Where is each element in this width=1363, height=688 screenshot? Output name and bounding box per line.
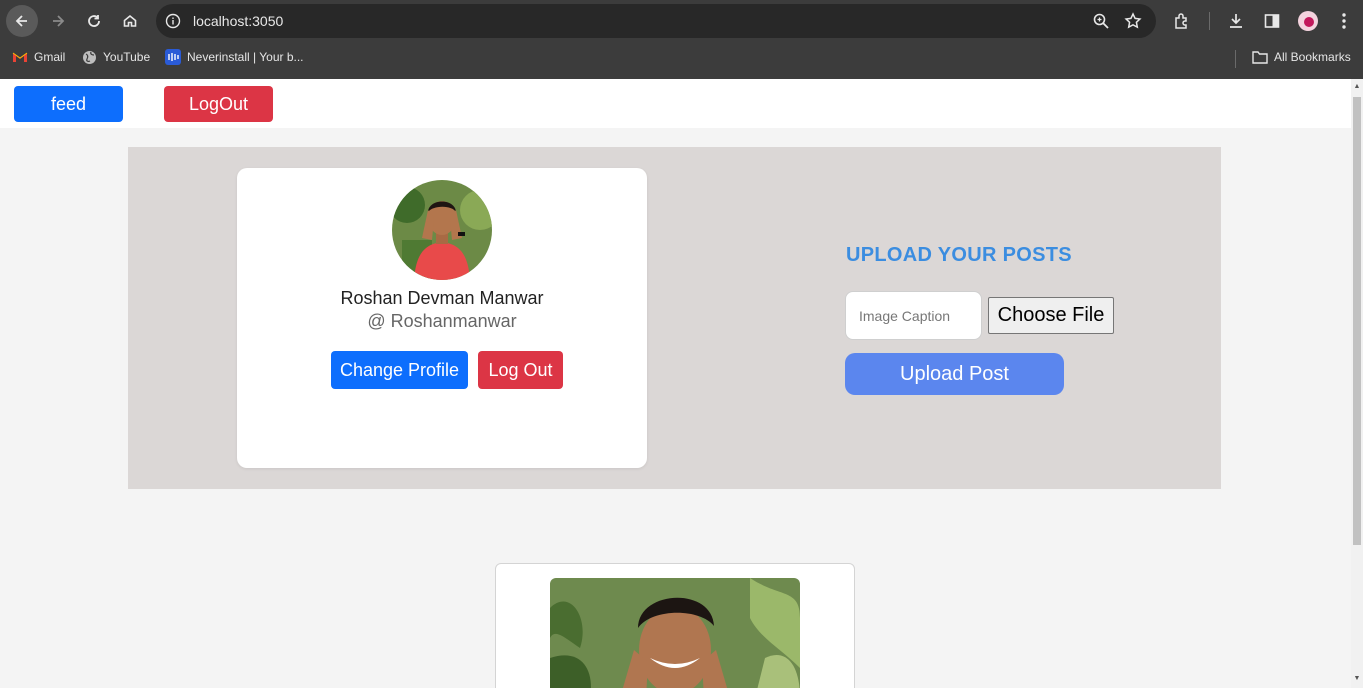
choose-file-button[interactable]: Choose File — [988, 297, 1114, 334]
bookmarks-bar: Gmail YouTube Neverinstall | Your b... A… — [0, 44, 1363, 72]
reload-button[interactable] — [78, 5, 110, 37]
site-info-icon[interactable] — [164, 12, 182, 30]
page-scrollbar[interactable]: ▲ ▼ — [1351, 79, 1363, 688]
bookmark-label: Gmail — [34, 50, 66, 64]
gmail-icon — [12, 49, 28, 65]
reload-icon — [88, 15, 100, 27]
forward-button[interactable] — [42, 5, 74, 37]
profile-handle: @ Roshanmanwar — [367, 311, 517, 331]
post-card — [495, 563, 855, 688]
home-icon — [123, 14, 137, 27]
upload-post-button[interactable]: Upload Post — [845, 353, 1064, 395]
scroll-up-arrow-icon[interactable]: ▲ — [1353, 83, 1361, 91]
menu-kebab-icon[interactable] — [1331, 8, 1357, 34]
folder-icon — [1252, 49, 1268, 65]
logout-button-card[interactable]: Log Out — [478, 351, 563, 389]
image-caption-input[interactable] — [845, 291, 982, 340]
home-button[interactable] — [114, 5, 146, 37]
post-image[interactable] — [550, 578, 800, 688]
all-bookmarks[interactable]: All Bookmarks — [1252, 49, 1351, 65]
bookmark-label: YouTube — [103, 50, 151, 64]
scrollbar-thumb[interactable] — [1353, 97, 1361, 545]
logout-button-top[interactable]: LogOut — [164, 86, 273, 122]
url-text: localhost:3050 — [193, 13, 284, 29]
address-bar[interactable]: localhost:3050 — [156, 4, 1156, 38]
bookmark-neverinstall[interactable]: Neverinstall | Your b... — [165, 49, 304, 65]
arrow-right-icon — [53, 15, 65, 27]
profile-picture[interactable] — [392, 180, 492, 280]
bookmark-gmail[interactable]: Gmail — [12, 49, 65, 65]
arrow-left-icon — [15, 15, 27, 27]
upload-title: UPLOAD YOUR POSTS — [846, 244, 1072, 266]
feed-button[interactable]: feed — [14, 86, 123, 122]
profile-panel: Roshan Devman Manwar @ Roshanmanwar Chan… — [128, 147, 1221, 489]
toolbar-divider — [1209, 12, 1210, 30]
neverinstall-icon — [165, 49, 181, 65]
profile-card: Roshan Devman Manwar @ Roshanmanwar Chan… — [237, 168, 647, 468]
top-nav: feed LogOut — [0, 79, 1351, 128]
bookmark-label: Neverinstall | Your b... — [187, 50, 304, 64]
back-button[interactable] — [6, 5, 38, 37]
change-profile-button[interactable]: Change Profile — [331, 351, 468, 389]
zoom-icon[interactable] — [1092, 12, 1110, 35]
page-content: feed LogOut Roshan Devman Manwar @ Rosha… — [0, 79, 1351, 688]
profile-avatar-icon[interactable] — [1298, 11, 1318, 31]
side-panel-icon[interactable] — [1259, 8, 1285, 34]
browser-chrome: localhost:3050 Gmail YouTube Neverinstal… — [0, 0, 1363, 79]
scroll-down-arrow-icon[interactable]: ▼ — [1353, 675, 1361, 683]
profile-name: Roshan Devman Manwar — [340, 288, 544, 308]
download-icon[interactable] — [1223, 8, 1249, 34]
extensions-icon[interactable] — [1169, 8, 1195, 34]
globe-icon — [81, 49, 97, 65]
bookmarks-divider — [1235, 50, 1236, 68]
bookmark-youtube[interactable]: YouTube — [81, 49, 150, 65]
all-bookmarks-label: All Bookmarks — [1274, 50, 1351, 64]
bookmark-star-icon[interactable] — [1124, 12, 1142, 35]
